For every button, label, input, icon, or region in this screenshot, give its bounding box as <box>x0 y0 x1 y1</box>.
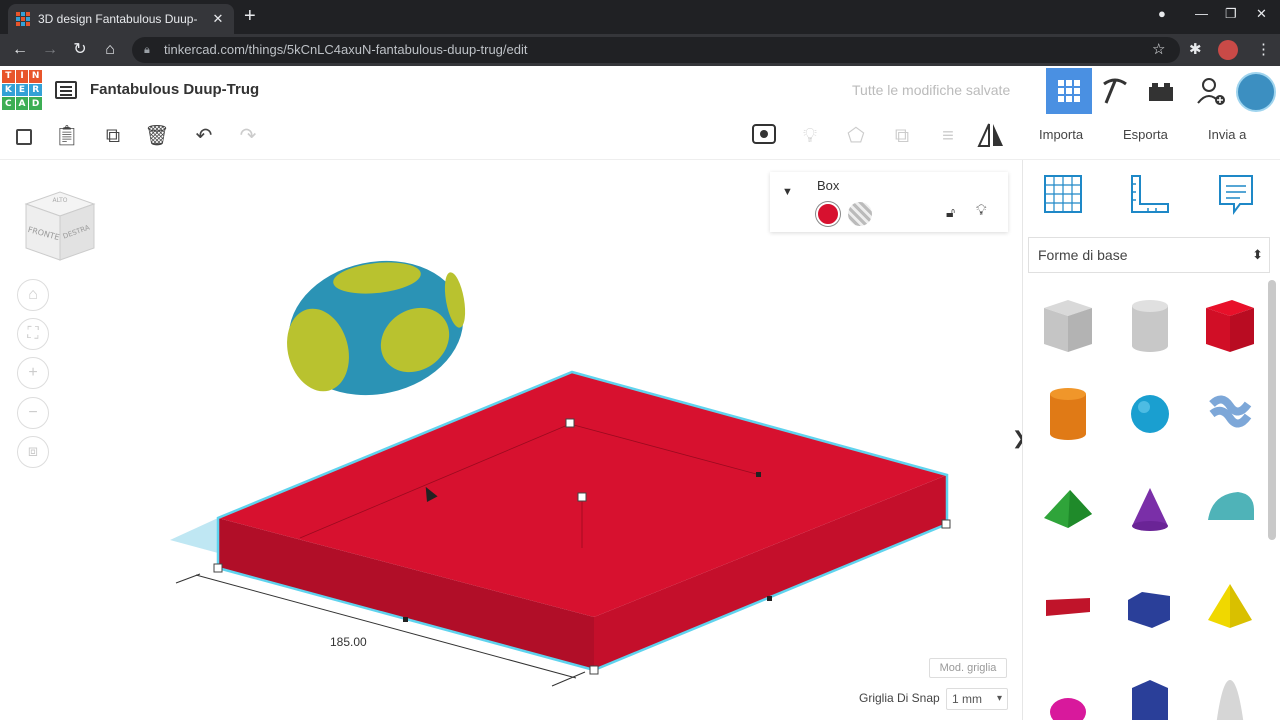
show-all-icon[interactable] <box>750 122 778 150</box>
sphere-shape[interactable] <box>1122 384 1178 444</box>
cone-shape[interactable] <box>1122 480 1178 540</box>
url-text: tinkercad.com/things/5kCnLC4axuN-fantabu… <box>164 42 528 57</box>
media-control-icon[interactable]: ● <box>1158 6 1166 21</box>
polygon-shape[interactable] <box>1122 576 1178 636</box>
ruler-icon[interactable] <box>1128 172 1172 216</box>
shape-name: Box <box>817 178 840 193</box>
export-button[interactable]: Esporta <box>1123 127 1168 142</box>
dimension-line <box>551 671 586 687</box>
scene-canvas[interactable] <box>0 160 1020 720</box>
paste-icon[interactable]: 📋︎ <box>53 122 81 150</box>
bricks-button[interactable] <box>1138 68 1184 114</box>
snap-grid-select[interactable]: 1 mm <box>946 688 1008 710</box>
collapse-caret-icon[interactable]: ▼ <box>782 186 793 198</box>
brick-icon <box>1149 83 1173 101</box>
workplane-icon[interactable] <box>1041 172 1085 216</box>
tinkercad-favicon-icon <box>16 12 30 26</box>
undo-icon[interactable]: ↶ <box>190 122 218 150</box>
shape-inspector: ▼ Box 🔓︎ 💡︎ <box>770 172 1008 232</box>
lock-icon: 🔒︎ <box>144 44 150 56</box>
notes-icon[interactable] <box>1214 172 1258 216</box>
box-hole-shape[interactable] <box>1040 296 1096 356</box>
group-icon[interactable]: ⬠ <box>842 122 870 150</box>
bookmark-star-icon[interactable]: ☆ <box>1152 39 1165 61</box>
mirror-icon[interactable] <box>977 122 1005 150</box>
home-icon[interactable]: ⌂ <box>99 39 121 61</box>
half-sphere-shape[interactable] <box>1040 672 1096 720</box>
tinkercad-logo[interactable]: T I N K E R C A D <box>2 70 42 110</box>
browser-tab[interactable]: 3D design Fantabulous Duup- ✕ <box>8 4 234 34</box>
cylinder-hole-shape[interactable] <box>1122 296 1178 356</box>
maximize-icon[interactable]: ❐ <box>1225 6 1237 22</box>
copy-icon[interactable] <box>10 122 38 150</box>
selected-box[interactable] <box>216 370 949 672</box>
shape-library-select[interactable]: Forme di base <box>1028 237 1270 273</box>
send-to-button[interactable]: Invia a <box>1208 127 1246 142</box>
text-shape[interactable] <box>1040 576 1096 636</box>
pickaxe-icon <box>1103 78 1127 104</box>
back-icon[interactable]: ← <box>9 39 31 61</box>
extensions-icon[interactable]: ✱ <box>1189 39 1202 61</box>
3d-view-button[interactable] <box>1046 68 1092 114</box>
design-title[interactable]: Fantabulous Duup-Trug <box>90 81 259 98</box>
reload-icon[interactable]: ↻ <box>69 39 91 61</box>
add-user-icon <box>1197 78 1225 105</box>
align-icon[interactable]: ≡ <box>934 122 962 150</box>
round-roof-shape[interactable] <box>1202 480 1258 540</box>
user-avatar[interactable] <box>1236 72 1276 112</box>
browser-tab-strip: 3D design Fantabulous Duup- ✕ + ● — ❐ ✕ <box>0 0 1280 34</box>
duplicate-icon[interactable]: ⧉ <box>99 122 127 150</box>
workplane-edge <box>170 518 218 553</box>
light-bulb-icon[interactable]: 💡︎ <box>976 202 987 219</box>
dimension-value[interactable]: 185.00 <box>330 635 367 649</box>
url-field[interactable]: 🔒︎ tinkercad.com/things/5kCnLC4axuN-fant… <box>132 37 1180 63</box>
hole-swatch[interactable] <box>848 202 872 226</box>
hexagonal-prism-shape[interactable] <box>1122 672 1178 720</box>
tab-close-icon[interactable]: ✕ <box>210 11 226 27</box>
design-list-icon[interactable] <box>55 81 77 99</box>
roof-shape[interactable] <box>1040 480 1096 540</box>
grid-icon <box>1058 80 1080 102</box>
egg-shape[interactable] <box>276 245 476 411</box>
profile-avatar[interactable] <box>1218 40 1238 60</box>
redo-icon[interactable]: ↷ <box>234 122 262 150</box>
import-button[interactable]: Importa <box>1039 127 1083 142</box>
close-window-icon[interactable]: ✕ <box>1256 6 1267 22</box>
paraboloid-shape[interactable] <box>1202 672 1258 720</box>
browser-menu-icon[interactable]: ⋮ <box>1256 39 1271 61</box>
add-user-button[interactable] <box>1188 68 1234 114</box>
delete-icon[interactable]: 🗑︎ <box>143 122 171 150</box>
scribble-shape[interactable] <box>1202 384 1258 444</box>
new-tab-button[interactable]: + <box>244 6 256 26</box>
tab-title: 3D design Fantabulous Duup- <box>38 12 198 26</box>
edit-grid-button[interactable]: Mod. griglia <box>929 658 1007 678</box>
pyramid-shape[interactable] <box>1202 576 1258 636</box>
address-bar: ← → ↻ ⌂ 🔒︎ tinkercad.com/things/5kCnLC4a… <box>0 34 1280 66</box>
solid-color-swatch[interactable] <box>816 202 840 226</box>
ungroup-icon[interactable]: ⧉ <box>888 122 916 150</box>
cylinder-shape[interactable] <box>1040 384 1096 444</box>
panel-scrollbar[interactable] <box>1268 280 1276 540</box>
minimize-icon[interactable]: — <box>1195 6 1208 21</box>
box-shape[interactable] <box>1202 296 1258 356</box>
blocks-button[interactable] <box>1092 68 1138 114</box>
lock-icon[interactable]: 🔓︎ <box>946 204 955 221</box>
save-status: Tutte le modifiche salvate <box>852 82 1011 98</box>
snap-grid-label: Griglia Di Snap <box>859 691 940 705</box>
hide-light-icon[interactable]: 💡︎ <box>796 122 824 150</box>
forward-icon[interactable]: → <box>39 39 61 61</box>
